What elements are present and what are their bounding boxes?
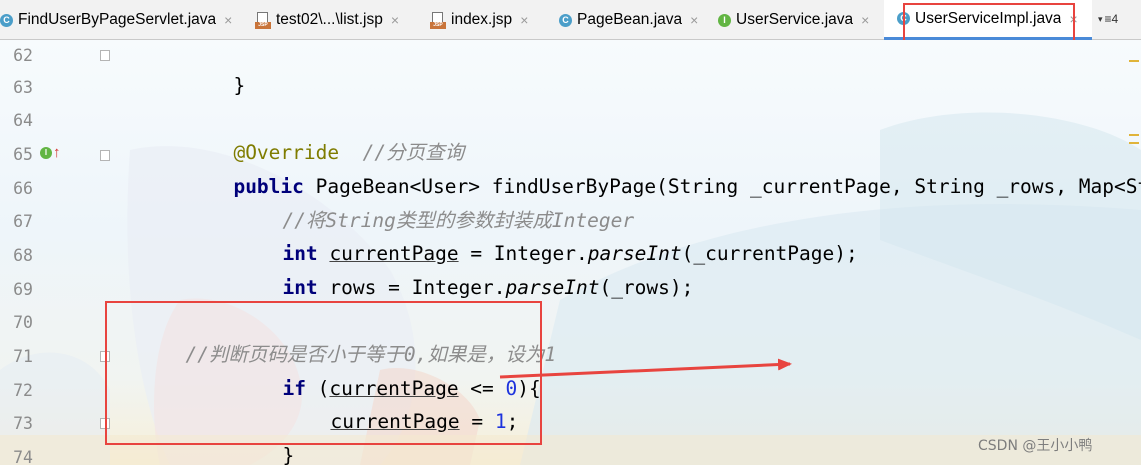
implements-method-icon[interactable]: I ↑: [40, 145, 61, 160]
chevron-down-icon: ▾: [1098, 13, 1103, 24]
code-line-71: if (currentPage <= 0){: [282, 377, 541, 400]
scrollbar-markers[interactable]: [1127, 40, 1141, 465]
line-number: 65: [13, 145, 33, 164]
fold-marker[interactable]: [100, 50, 110, 61]
code-line-70: //判断页码是否小于等于0,如果是，设为1: [115, 305, 556, 366]
class-icon: C: [559, 13, 572, 27]
code-line-64: @Override //分页查询: [163, 103, 464, 164]
code-line-72: currentPage = 1;: [330, 410, 519, 433]
line-number: 64: [13, 111, 33, 130]
method-token: parseInt: [505, 276, 600, 299]
line-number: 66: [13, 179, 33, 198]
line-number: 72: [13, 381, 33, 400]
line-number: 67: [13, 212, 33, 231]
close-icon[interactable]: ×: [1069, 11, 1077, 27]
code-editor[interactable]: 62 63 64 65 66 67 68 69 70 71 72 73 74 I…: [0, 40, 1141, 465]
tab-label: test02\...\list.jsp: [276, 11, 383, 28]
number-token: 1: [494, 410, 507, 433]
tab-overflow-count: ≡4: [1104, 12, 1119, 26]
code-line-68: int rows = Integer.parseInt(_rows);: [282, 276, 694, 299]
fold-marker[interactable]: [100, 418, 110, 429]
class-icon: C: [0, 13, 13, 27]
close-icon[interactable]: ×: [520, 12, 528, 28]
fold-marker[interactable]: [100, 351, 110, 362]
tab-label: index.jsp: [451, 11, 513, 28]
tab-list-jsp[interactable]: JSP test02\...\list.jsp ×: [255, 0, 421, 40]
close-icon[interactable]: ×: [224, 12, 232, 28]
line-number: 63: [13, 78, 33, 97]
editor-tab-bar: C FindUserByPageServlet.java × JSP test0…: [0, 0, 1141, 40]
code-line-66: //将String类型的参数封装成Integer: [212, 171, 634, 232]
keyword-token: int: [282, 276, 318, 299]
line-number: 74: [13, 448, 33, 465]
line-number: 68: [13, 246, 33, 265]
ide-window: C FindUserByPageServlet.java × JSP test0…: [0, 0, 1141, 465]
tab-label: UserServiceImpl.java: [915, 9, 1062, 27]
jsp-file-icon: JSP: [430, 11, 446, 29]
tab-pagebean[interactable]: C PageBean.java ×: [559, 0, 709, 40]
tab-userserviceimpl[interactable]: C UserServiceImpl.java ×: [884, 0, 1092, 40]
interface-icon: I: [718, 13, 731, 27]
watermark-text: CSDN @王小小鸭: [978, 438, 1093, 454]
tab-userservice[interactable]: I UserService.java ×: [718, 0, 888, 40]
code-line-67: int currentPage = Integer.parseInt(_curr…: [282, 242, 858, 265]
line-number: 70: [13, 313, 33, 332]
code-line-62: }: [233, 74, 246, 97]
fold-marker[interactable]: [100, 150, 110, 161]
tab-label: UserService.java: [736, 11, 854, 28]
class-icon: C: [897, 12, 910, 25]
line-number: 62: [13, 46, 33, 65]
tab-index-jsp[interactable]: JSP index.jsp ×: [430, 0, 548, 40]
close-icon[interactable]: ×: [690, 12, 698, 28]
code-line-65: public PageBean<User> findUserByPage(Str…: [233, 175, 1141, 198]
tab-overflow-button[interactable]: ▾ ≡4: [1098, 12, 1118, 26]
close-icon[interactable]: ×: [391, 12, 399, 28]
tab-finduserbypageservlet[interactable]: C FindUserByPageServlet.java ×: [0, 0, 245, 40]
close-icon[interactable]: ×: [861, 12, 869, 28]
tab-label: PageBean.java: [577, 11, 683, 28]
line-number: 71: [13, 347, 33, 366]
editor-gutter: 62 63 64 65 66 67 68 69 70 71 72 73 74 I…: [0, 40, 118, 465]
line-number: 73: [13, 414, 33, 433]
variable-token: currentPage: [330, 410, 460, 433]
line-number: 69: [13, 280, 33, 299]
tab-label: FindUserByPageServlet.java: [18, 11, 217, 28]
code-line-73: }: [282, 444, 295, 465]
jsp-file-icon: JSP: [255, 11, 271, 29]
